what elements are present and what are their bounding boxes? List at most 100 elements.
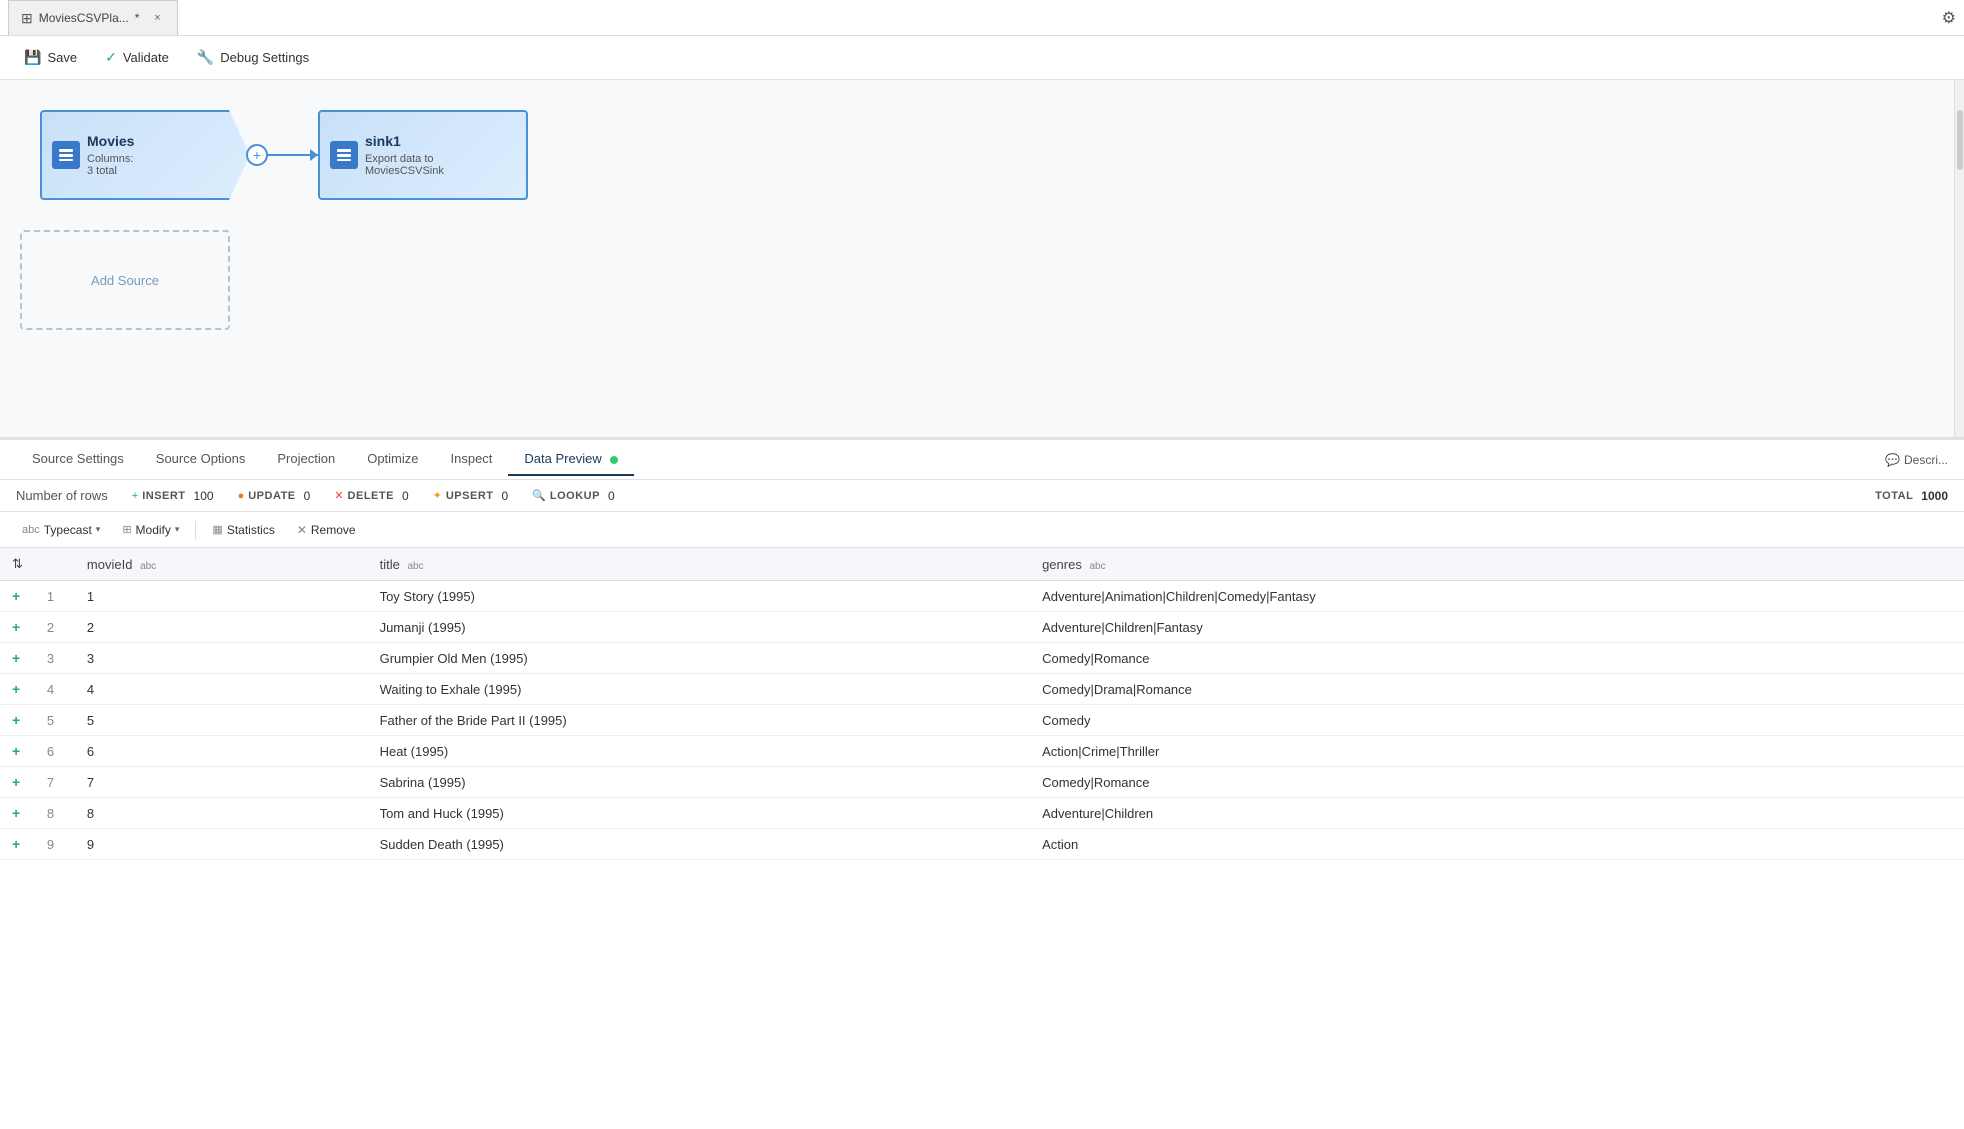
debug-settings-button[interactable]: 🔧 Debug Settings <box>185 45 321 70</box>
chat-icon: 💬 <box>1885 453 1900 467</box>
typecast-label: Typecast <box>44 523 92 537</box>
cell-genres: Comedy|Romance <box>1030 767 1964 798</box>
table-row: + 1 1 Toy Story (1995) Adventure|Animati… <box>0 581 1964 612</box>
describe-button[interactable]: 💬 Descri... <box>1885 453 1948 467</box>
cell-title: Grumpier Old Men (1995) <box>368 643 1031 674</box>
insert-icon: + <box>132 490 138 502</box>
tab-source-settings[interactable]: Source Settings <box>16 443 140 476</box>
tab-icon: ⊞ <box>21 10 33 27</box>
modify-button[interactable]: ⊞ Modify ▾ <box>112 520 189 540</box>
tab-projection[interactable]: Projection <box>261 443 351 476</box>
debug-icon: 🔧 <box>197 49 214 66</box>
cell-title: Sabrina (1995) <box>368 767 1031 798</box>
cell-genres: Comedy|Romance <box>1030 643 1964 674</box>
row-expand-btn[interactable]: + <box>0 829 35 860</box>
cell-title: Tom and Huck (1995) <box>368 798 1031 829</box>
add-source-box[interactable]: Add Source <box>20 230 230 330</box>
cell-movieid: 1 <box>75 581 368 612</box>
table-row: + 7 7 Sabrina (1995) Comedy|Romance <box>0 767 1964 798</box>
settings-icon[interactable]: ⚙ <box>1942 8 1956 28</box>
tab-asterisk: * <box>135 11 140 25</box>
col-header-add <box>35 548 75 581</box>
tab-bar: Source Settings Source Options Projectio… <box>0 440 1964 480</box>
add-node-button[interactable]: + <box>246 144 268 166</box>
table-row: + 6 6 Heat (1995) Action|Crime|Thriller <box>0 736 1964 767</box>
remove-x-icon: ✕ <box>297 523 307 537</box>
cell-title: Sudden Death (1995) <box>368 829 1031 860</box>
modify-label: Modify <box>136 523 171 537</box>
statistics-prefix-icon: ▦ <box>212 523 222 536</box>
row-expand-btn[interactable]: + <box>0 674 35 705</box>
col-header-movieid[interactable]: movieId abc <box>75 548 368 581</box>
cell-genres: Action <box>1030 829 1964 860</box>
tab-optimize[interactable]: Optimize <box>351 443 434 476</box>
source-node-sub: Columns: 3 total <box>87 153 236 177</box>
sink-node-title: sink1 <box>365 133 514 149</box>
remove-button[interactable]: ✕ Remove <box>287 520 366 540</box>
modify-prefix-icon: ⊞ <box>122 523 131 536</box>
debug-settings-label: Debug Settings <box>220 50 309 65</box>
upsert-icon: ✦ <box>433 489 442 502</box>
data-preview-active-dot <box>610 456 618 464</box>
statistics-button[interactable]: ▦ Statistics <box>202 520 284 540</box>
title-tab[interactable]: ⊞ MoviesCSVPla... * × <box>8 0 178 35</box>
save-button[interactable]: 💾 Save <box>12 45 89 70</box>
tab-close-button[interactable]: × <box>149 10 165 26</box>
row-expand-btn[interactable]: + <box>0 767 35 798</box>
tab-label: MoviesCSVPla... <box>39 11 129 25</box>
row-expand-btn[interactable]: + <box>0 736 35 767</box>
row-expand-btn[interactable]: + <box>0 612 35 643</box>
title-bar: ⊞ MoviesCSVPla... * × ⚙ <box>0 0 1964 36</box>
tab-inspect[interactable]: Inspect <box>435 443 509 476</box>
cell-title: Heat (1995) <box>368 736 1031 767</box>
canvas-scrollbar[interactable] <box>1954 80 1964 437</box>
data-table: ⇅ movieId abc title abc genres abc <box>0 548 1964 860</box>
row-expand-btn[interactable]: + <box>0 798 35 829</box>
source-node[interactable]: Movies Columns: 3 total <box>40 110 250 200</box>
cell-genres: Adventure|Animation|Children|Comedy|Fant… <box>1030 581 1964 612</box>
source-node-title: Movies <box>87 133 236 149</box>
table-row: + 5 5 Father of the Bride Part II (1995)… <box>0 705 1964 736</box>
row-expand-btn[interactable]: + <box>0 705 35 736</box>
update-icon: ● <box>238 490 245 502</box>
cell-title: Jumanji (1995) <box>368 612 1031 643</box>
remove-label: Remove <box>311 523 356 537</box>
modify-chevron-icon: ▾ <box>175 524 180 535</box>
lookup-stat: 🔍 LOOKUP 0 <box>532 489 614 503</box>
table-row: + 3 3 Grumpier Old Men (1995) Comedy|Rom… <box>0 643 1964 674</box>
tab-data-preview[interactable]: Data Preview <box>508 443 634 476</box>
row-expand-btn[interactable]: + <box>0 581 35 612</box>
col-header-genres[interactable]: genres abc <box>1030 548 1964 581</box>
flow-container: Movies Columns: 3 total + sink1 Export d… <box>40 110 1944 200</box>
scrollbar-thumb <box>1957 110 1963 170</box>
upsert-stat: ✦ UPSERT 0 <box>433 489 509 503</box>
col-header-title[interactable]: title abc <box>368 548 1031 581</box>
number-of-rows-label: Number of rows <box>16 488 108 503</box>
table-header-row: ⇅ movieId abc title abc genres abc <box>0 548 1964 581</box>
save-label: Save <box>47 50 77 65</box>
total-stat: TOTAL 1000 <box>1875 489 1948 503</box>
table-row: + 2 2 Jumanji (1995) Adventure|Children|… <box>0 612 1964 643</box>
row-expand-btn[interactable]: + <box>0 643 35 674</box>
data-table-container: ⇅ movieId abc title abc genres abc <box>0 548 1964 1129</box>
cell-title: Father of the Bride Part II (1995) <box>368 705 1031 736</box>
typecast-button[interactable]: abc Typecast ▾ <box>12 520 110 540</box>
row-num: 3 <box>35 643 75 674</box>
row-num: 7 <box>35 767 75 798</box>
col-header-sort[interactable]: ⇅ <box>0 548 35 581</box>
lookup-icon: 🔍 <box>532 489 546 502</box>
cell-genres: Adventure|Children <box>1030 798 1964 829</box>
sink-node[interactable]: sink1 Export data to MoviesCSVSink <box>318 110 528 200</box>
source-node-icon <box>52 141 80 169</box>
delete-stat: ✕ DELETE 0 <box>334 489 408 503</box>
statistics-label: Statistics <box>227 523 275 537</box>
validate-label: Validate <box>123 50 169 65</box>
typecast-prefix: abc <box>22 524 40 536</box>
cell-movieid: 4 <box>75 674 368 705</box>
validate-button[interactable]: ✓ Validate <box>93 45 181 70</box>
cell-genres: Comedy|Drama|Romance <box>1030 674 1964 705</box>
toolbar: 💾 Save ✓ Validate 🔧 Debug Settings <box>0 36 1964 80</box>
cell-genres: Comedy <box>1030 705 1964 736</box>
tab-source-options[interactable]: Source Options <box>140 443 262 476</box>
row-num: 9 <box>35 829 75 860</box>
